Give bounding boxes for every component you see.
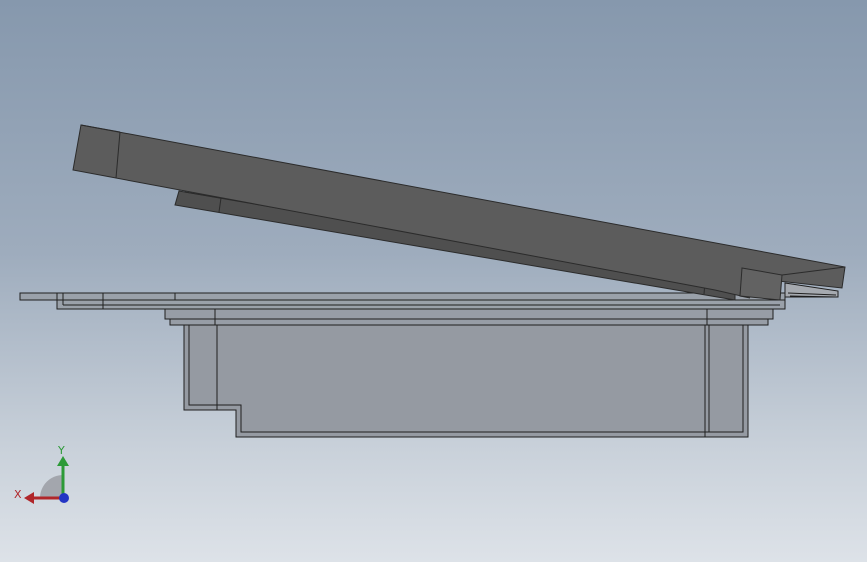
flange-top-layer xyxy=(19,292,786,301)
x-axis-arrowhead xyxy=(24,492,34,504)
step-layer-2 xyxy=(169,318,769,326)
lid-body xyxy=(72,124,846,299)
y-axis-arrowhead xyxy=(57,456,69,466)
z-axis-dot xyxy=(59,493,69,503)
housing-box[interactable] xyxy=(183,324,749,438)
step-layer-1 xyxy=(164,308,774,320)
housing-outline xyxy=(183,324,749,438)
cad-viewport[interactable]: Y X xyxy=(0,0,867,562)
triad-plane xyxy=(40,475,63,498)
lid[interactable] xyxy=(72,124,846,301)
model-view[interactable] xyxy=(0,0,867,562)
y-axis-label: Y xyxy=(57,444,65,457)
orientation-triad[interactable]: Y X xyxy=(10,440,80,510)
x-axis-label: X xyxy=(14,488,22,501)
flange-plate[interactable] xyxy=(19,292,786,310)
mounting-step[interactable] xyxy=(164,308,774,326)
